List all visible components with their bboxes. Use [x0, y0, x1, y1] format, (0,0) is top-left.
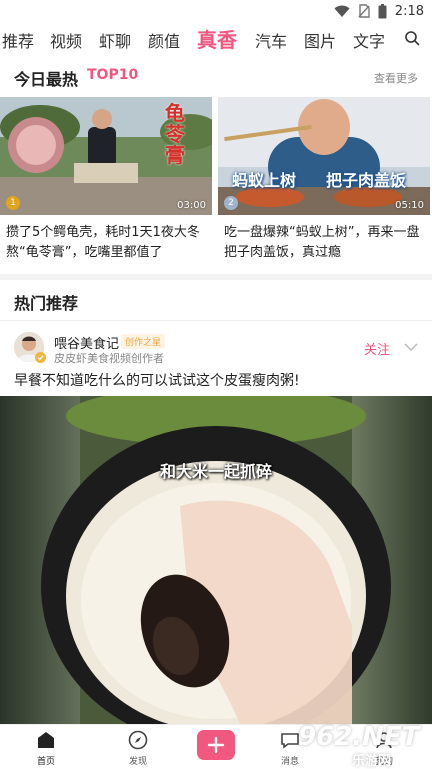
video-duration: 05:10	[395, 200, 424, 211]
hot-title: 热门推荐	[14, 294, 79, 313]
thumbnail-text-1: 蚂蚁上树	[232, 171, 297, 190]
video-player[interactable]: 和大米一起抓碎	[0, 396, 432, 724]
status-time: 2:18	[394, 3, 424, 19]
rank-badge: 2	[224, 196, 238, 210]
status-icons: 2:18	[334, 2, 424, 20]
section-divider	[0, 274, 432, 280]
tab-zhenxiang[interactable]: 真香	[197, 24, 237, 53]
top10-more-link[interactable]: 查看更多	[374, 70, 418, 86]
watermark-main: 962.NET	[298, 722, 420, 752]
card-title: 攒了5个鳄龟壳，耗时1天1夜大冬熬“龟苓膏”，吃嘴里都值了	[6, 225, 200, 260]
video-thumbnail[interactable]: 龟苓膏 1 03:00	[0, 97, 212, 215]
watermark: 962.NET 乐游网	[294, 720, 432, 769]
top10-title: 今日最热	[14, 70, 79, 89]
tab-xialiao[interactable]: 虾聊	[99, 28, 131, 52]
home-icon	[38, 732, 54, 748]
thumbnail-image	[218, 97, 430, 215]
compass-icon	[128, 730, 148, 750]
top10-badge: TOP10	[87, 67, 139, 83]
nav-discover[interactable]: 发现	[108, 725, 168, 769]
video-frame	[0, 396, 432, 724]
status-bar: 2:18	[0, 0, 432, 22]
battery-icon	[378, 3, 387, 18]
search-icon[interactable]	[404, 30, 420, 46]
nav-home[interactable]: 首页	[16, 725, 76, 769]
tab-tupian[interactable]: 图片	[304, 28, 336, 52]
divider	[0, 320, 432, 321]
wifi-icon	[334, 5, 350, 17]
no-sim-icon	[358, 4, 370, 18]
tab-shipin[interactable]: 视频	[50, 28, 82, 52]
add-icon	[207, 736, 225, 754]
tab-wenzi[interactable]: 文字	[353, 28, 385, 52]
verified-icon	[35, 352, 46, 363]
author-description: 皮皮虾美食视频创作者	[54, 352, 164, 365]
top10-header: 今日最热 TOP10 查看更多	[0, 58, 432, 94]
video-caption: 和大米一起抓碎	[159, 462, 272, 481]
thumbnail-text: 龟苓膏	[165, 101, 185, 167]
creator-tag: 创作之星	[121, 334, 166, 349]
tab-qiche[interactable]: 汽车	[255, 28, 287, 52]
video-thumbnail[interactable]: 蚂蚁上树 把子肉盖饭 2 05:10	[218, 97, 430, 215]
rank-badge: 1	[6, 196, 20, 210]
card-title: 吃一盘爆辣“蚂蚁上树”，再来一盘把子肉盖饭，真过瘾	[224, 225, 420, 260]
chevron-down-icon[interactable]	[404, 342, 418, 352]
video-duration: 03:00	[177, 200, 206, 211]
post-text: 早餐不知道吃什么的可以试试这个皮蛋瘦肉粥!	[14, 373, 300, 389]
hot-header: 热门推荐	[0, 282, 432, 318]
thumbnail-text-2: 把子肉盖饭	[326, 171, 407, 190]
nav-discover-label: 发现	[128, 757, 147, 767]
add-button[interactable]	[197, 730, 235, 760]
category-tabs: 推荐 视频 虾聊 颜值 真香 汽车 图片 文字	[0, 22, 432, 56]
tab-yanzhi[interactable]: 颜值	[148, 28, 180, 52]
tab-tuijian[interactable]: 推荐	[2, 28, 34, 52]
nav-home-label: 首页	[36, 757, 55, 767]
watermark-sub: 乐游网	[352, 754, 392, 769]
follow-button[interactable]: 关注	[364, 339, 390, 358]
